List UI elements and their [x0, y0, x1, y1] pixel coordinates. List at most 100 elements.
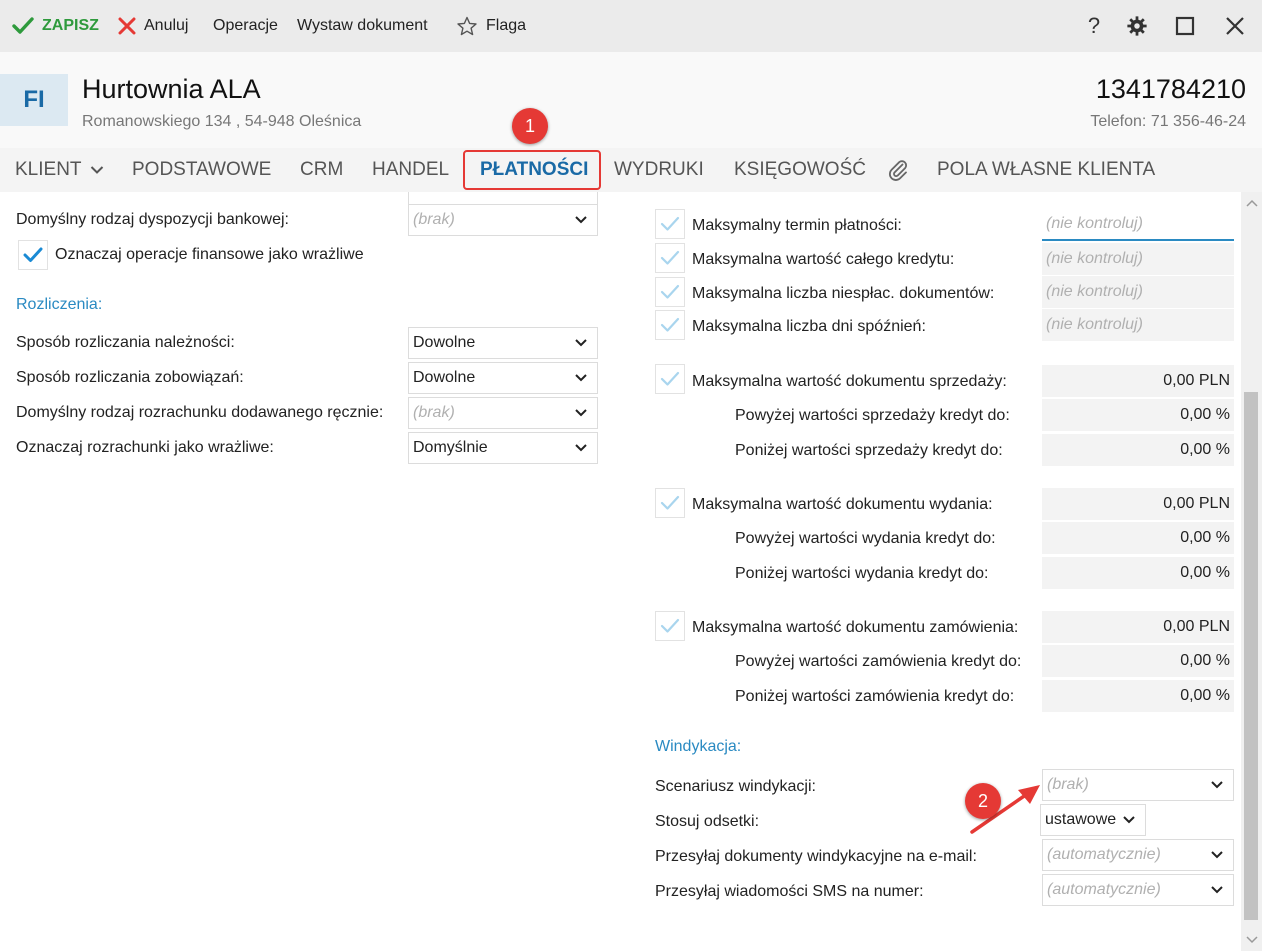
- settlements-section-title: Rozliczenia:: [16, 296, 103, 313]
- max-payment-term-checkbox[interactable]: [655, 209, 685, 239]
- issue-above-label: Powyżej wartości wydania kredyt do:: [735, 530, 996, 547]
- issue-document-button[interactable]: Wystaw dokument: [297, 0, 428, 52]
- issue-below-label: Poniżej wartości wydania kredyt do:: [735, 565, 989, 582]
- max-credit-value-label: Maksymalna wartość całego kredytu:: [692, 251, 955, 268]
- bank-disposition-label: Domyślny rodzaj dyspozycji bankowej:: [16, 211, 289, 228]
- tab-klient-label: KLIENT: [15, 159, 82, 180]
- manual-settlement-select[interactable]: (brak): [408, 397, 598, 429]
- close-window-icon: [1226, 17, 1244, 35]
- issue-below-input[interactable]: 0,00 %: [1042, 557, 1234, 589]
- tab-ksiegowosc[interactable]: KSIĘGOWOŚĆ: [734, 148, 866, 192]
- chevron-down-icon: [1211, 886, 1223, 894]
- max-late-days-input[interactable]: (nie kontroluj): [1042, 309, 1234, 341]
- scroll-up-icon[interactable]: [1246, 199, 1258, 207]
- sales-above-input[interactable]: 0,00 %: [1042, 399, 1234, 431]
- operations-button[interactable]: Operacje: [213, 0, 278, 52]
- flag-button[interactable]: Flaga: [456, 0, 526, 52]
- bank-disposition-value: (brak): [413, 211, 455, 228]
- max-credit-value-input[interactable]: (nie kontroluj): [1042, 243, 1234, 275]
- chevron-down-icon: [1211, 851, 1223, 859]
- check-icon: [660, 317, 680, 332]
- chevron-down-icon: [90, 166, 103, 174]
- max-issue-doc-input[interactable]: 0,00 PLN: [1042, 488, 1234, 520]
- max-sales-doc-checkbox[interactable]: [655, 364, 685, 394]
- max-issue-doc-label: Maksymalna wartość dokumentu wydania:: [692, 496, 993, 513]
- gear-icon: [1127, 16, 1147, 36]
- help-button[interactable]: ?: [1080, 12, 1108, 40]
- collection-sms-value: (automatycznie): [1047, 881, 1161, 898]
- check-icon: [660, 371, 680, 386]
- chevron-down-icon: [575, 444, 587, 452]
- tab-crm[interactable]: CRM: [300, 148, 343, 192]
- manual-settlement-label: Domyślny rodzaj rozrachunku dodawanego r…: [16, 404, 384, 421]
- sensitive-settlements-label: Oznaczaj rozrachunki jako wrażliwe:: [16, 439, 274, 456]
- collection-section-title: Windykacja:: [655, 738, 742, 755]
- cancel-label: Anuluj: [144, 17, 189, 34]
- vertical-scrollbar[interactable]: [1241, 192, 1262, 951]
- client-nip: 1341784210: [1095, 74, 1246, 104]
- close-window-button[interactable]: [1221, 12, 1249, 40]
- issue-above-input[interactable]: 0,00 %: [1042, 522, 1234, 554]
- max-unpaid-docs-input[interactable]: (nie kontroluj): [1042, 276, 1234, 308]
- tab-handel[interactable]: HANDEL: [372, 148, 449, 192]
- max-sales-doc-label: Maksymalna wartość dokumentu sprzedaży:: [692, 373, 1007, 390]
- operations-label: Operacje: [213, 17, 278, 34]
- interest-value: ustawowe: [1045, 811, 1117, 828]
- close-icon: [118, 17, 136, 35]
- save-label: ZAPISZ: [42, 17, 99, 34]
- max-late-days-checkbox[interactable]: [655, 310, 685, 340]
- max-payment-term-input[interactable]: (nie kontroluj): [1042, 209, 1234, 241]
- cancel-button[interactable]: Anuluj: [118, 0, 188, 52]
- sensitive-ops-checkbox[interactable]: [18, 240, 48, 270]
- collection-sms-label: Przesyłaj wiadomości SMS na numer:: [655, 883, 924, 900]
- settings-button[interactable]: [1123, 12, 1151, 40]
- maximize-icon: [1175, 16, 1195, 36]
- max-payment-term-label: Maksymalny termin płatności:: [692, 217, 902, 234]
- tab-attachments[interactable]: [886, 148, 910, 192]
- liabilities-method-select[interactable]: Dowolne: [408, 362, 598, 394]
- max-order-doc-checkbox[interactable]: [655, 611, 685, 641]
- max-late-days-label: Maksymalna liczba dni spóźnień:: [692, 318, 926, 335]
- liabilities-method-label: Sposób rozliczania zobowiązań:: [16, 369, 244, 386]
- avatar: FI: [0, 74, 68, 126]
- max-unpaid-docs-checkbox[interactable]: [655, 277, 685, 307]
- max-credit-value-checkbox[interactable]: [655, 243, 685, 273]
- chevron-down-icon: [575, 409, 587, 417]
- scroll-down-icon[interactable]: [1246, 936, 1258, 944]
- tab-pola-wlasne[interactable]: POLA WŁASNE KLIENTA: [937, 148, 1155, 192]
- order-below-input[interactable]: 0,00 %: [1042, 680, 1234, 712]
- collection-sms-select[interactable]: (automatycznie): [1042, 874, 1234, 906]
- client-phone: Telefon: 71 356-46-24: [1090, 113, 1246, 130]
- maximize-button[interactable]: [1171, 12, 1199, 40]
- save-button[interactable]: ZAPISZ: [12, 0, 99, 52]
- collection-email-select[interactable]: (automatycznie): [1042, 839, 1234, 871]
- star-icon: [457, 16, 477, 36]
- order-above-label: Powyżej wartości zamówienia kredyt do:: [735, 653, 1022, 670]
- annotation-highlight-platnosci: [463, 150, 601, 190]
- interest-select[interactable]: ustawowe: [1040, 804, 1146, 836]
- receivables-method-select[interactable]: Dowolne: [408, 327, 598, 359]
- order-above-input[interactable]: 0,00 %: [1042, 645, 1234, 677]
- collection-scenario-label: Scenariusz windykacji:: [655, 778, 816, 795]
- client-address: Romanowskiego 134 , 54-948 Oleśnica: [82, 113, 362, 130]
- sales-below-input[interactable]: 0,00 %: [1042, 434, 1234, 466]
- max-order-doc-label: Maksymalna wartość dokumentu zamówienia:: [692, 619, 1019, 636]
- sensitive-settlements-select[interactable]: Domyślnie: [408, 432, 598, 464]
- liabilities-method-value: Dowolne: [413, 369, 476, 386]
- max-sales-doc-input[interactable]: 0,00 PLN: [1042, 365, 1234, 397]
- max-order-doc-input[interactable]: 0,00 PLN: [1042, 611, 1234, 643]
- tab-podstawowe[interactable]: PODSTAWOWE: [132, 148, 271, 192]
- bank-disposition-select[interactable]: (brak): [408, 204, 598, 236]
- collection-scenario-select[interactable]: (brak): [1042, 769, 1234, 801]
- check-icon: [23, 247, 43, 262]
- max-issue-doc-checkbox[interactable]: [655, 488, 685, 518]
- check-icon: [660, 618, 680, 633]
- issue-document-label: Wystaw dokument: [297, 17, 428, 34]
- tab-klient[interactable]: KLIENT: [15, 148, 104, 192]
- sensitive-ops-label: Oznaczaj operacje finansowe jako wrażliw…: [55, 246, 364, 263]
- check-icon: [660, 250, 680, 265]
- scrollbar-thumb[interactable]: [1244, 392, 1258, 920]
- paperclip-icon: [889, 160, 907, 181]
- manual-settlement-value: (brak): [413, 404, 455, 421]
- tab-wydruki[interactable]: WYDRUKI: [614, 148, 704, 192]
